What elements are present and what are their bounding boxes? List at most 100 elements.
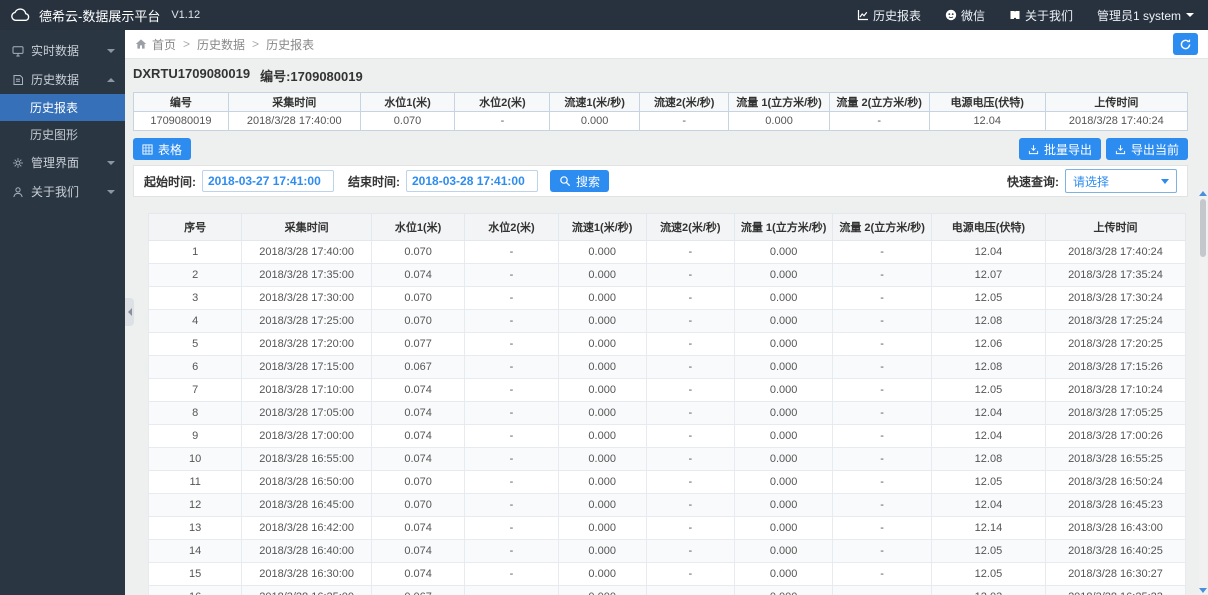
table-cell: 0.000 — [734, 241, 833, 264]
sidebar-item-history-data[interactable]: 历史数据 — [0, 65, 125, 94]
table-cell: 2018/3/28 17:25:24 — [1045, 310, 1185, 333]
table-cell: 0.000 — [729, 112, 829, 131]
table-cell: 12 — [149, 494, 242, 517]
table-cell: 0.070 — [360, 112, 455, 131]
table-cell: 0.000 — [558, 241, 646, 264]
table-cell: 5 — [149, 333, 242, 356]
user-menu[interactable]: 管理员1 system — [1097, 7, 1194, 24]
table-tab-button[interactable]: 表格 — [133, 138, 191, 160]
table-cell: 0.000 — [734, 563, 833, 586]
cloud-icon — [10, 8, 32, 23]
table-row: 132018/3/28 16:42:000.074-0.000-0.000-12… — [149, 517, 1186, 540]
table-cell: - — [833, 494, 932, 517]
search-button[interactable]: 搜索 — [550, 170, 609, 192]
table-cell: 0.000 — [558, 448, 646, 471]
table-cell: 0.000 — [558, 540, 646, 563]
navbar-right: 历史报表 微信 关于我们 管理员1 system — [857, 7, 1194, 24]
column-header: 流速2(米/秒) — [646, 214, 734, 241]
table-cell: 2018/3/28 17:05:00 — [242, 402, 372, 425]
breadcrumb-item-home[interactable]: 首页 — [152, 36, 176, 53]
summary-table: 编号采集时间水位1(米)水位2(米)流速1(米/秒)流速2(米/秒)流量 1(立… — [133, 92, 1188, 131]
table-cell: - — [646, 287, 734, 310]
table-cell: 2018/3/28 17:30:24 — [1045, 287, 1185, 310]
table-tab-label: 表格 — [158, 141, 182, 158]
table-row: 162018/3/28 16:25:000.067-0.000-0.000-12… — [149, 586, 1186, 595]
scroll-down-arrow[interactable] — [1199, 588, 1207, 593]
quick-query-value: 请选择 — [1073, 173, 1109, 190]
brand-title: 德希云-数据展示平台 — [39, 6, 160, 25]
table-cell: 0.000 — [558, 402, 646, 425]
table-cell: - — [833, 310, 932, 333]
table-cell: 0.000 — [734, 586, 833, 595]
sidebar-item-about[interactable]: 关于我们 — [0, 177, 125, 206]
start-time-input[interactable] — [202, 170, 334, 192]
chevron-down-icon — [107, 190, 115, 194]
export-icon — [1028, 144, 1039, 155]
sidebar-item-realtime-data[interactable]: 实时数据 — [0, 36, 125, 65]
table-cell: 2018/3/28 17:30:00 — [242, 287, 372, 310]
scrollbar-thumb[interactable] — [1200, 199, 1206, 257]
table-cell: - — [646, 402, 734, 425]
table-cell: 2018/3/28 16:25:00 — [242, 586, 372, 595]
scroll-up-arrow[interactable] — [1199, 191, 1207, 196]
table-cell: - — [465, 287, 558, 310]
user-icon — [12, 186, 24, 198]
column-header: 水位2(米) — [455, 93, 550, 112]
batch-export-label: 批量导出 — [1044, 141, 1092, 158]
table-cell: - — [833, 287, 932, 310]
table-cell: 12.04 — [931, 241, 1045, 264]
table-cell: - — [465, 471, 558, 494]
sidebar-collapse-handle[interactable] — [125, 298, 134, 326]
table-cell: 12.06 — [931, 333, 1045, 356]
table-cell: 0.000 — [558, 379, 646, 402]
sidebar-item-history-report[interactable]: 历史报表 — [0, 94, 125, 121]
scrollbar[interactable] — [1199, 190, 1207, 594]
nav-link-history-report[interactable]: 历史报表 — [857, 7, 921, 24]
table-cell: 15 — [149, 563, 242, 586]
table-cell: 0.067 — [371, 356, 464, 379]
table-cell: - — [646, 379, 734, 402]
main-area: 首页 > 历史数据 > 历史报表 DXRTU1709080019 编号:1709… — [125, 30, 1208, 595]
end-time-label: 结束时间: — [348, 173, 400, 190]
history-table: 序号采集时间水位1(米)水位2(米)流速1(米/秒)流速2(米/秒)流量 1(立… — [148, 213, 1186, 595]
table-cell: - — [646, 356, 734, 379]
nav-link-about[interactable]: 关于我们 — [1009, 7, 1073, 24]
export-current-button[interactable]: 导出当前 — [1106, 138, 1188, 160]
column-header: 流量 2(立方米/秒) — [833, 214, 932, 241]
table-cell: 0.000 — [558, 425, 646, 448]
sidebar-item-admin[interactable]: 管理界面 — [0, 148, 125, 177]
table-cell: - — [833, 241, 932, 264]
gear-icon — [12, 157, 24, 169]
table-cell: 2018/3/28 17:40:24 — [1045, 241, 1185, 264]
history-table-wrap: 序号采集时间水位1(米)水位2(米)流速1(米/秒)流速2(米/秒)流量 1(立… — [148, 213, 1186, 595]
table-cell: 0.074 — [371, 540, 464, 563]
batch-export-button[interactable]: 批量导出 — [1019, 138, 1101, 160]
breadcrumb-item-history-data[interactable]: 历史数据 — [197, 36, 245, 53]
table-cell: 1 — [149, 241, 242, 264]
table-cell: - — [465, 448, 558, 471]
table-row: 82018/3/28 17:05:000.074-0.000-0.000-12.… — [149, 402, 1186, 425]
table-cell: 12.04 — [931, 425, 1045, 448]
column-header: 电源电压(伏特) — [931, 214, 1045, 241]
table-cell: 0.000 — [558, 517, 646, 540]
table-cell: - — [646, 494, 734, 517]
table-cell: 2018/3/28 16:40:25 — [1045, 540, 1185, 563]
sidebar-item-label: 关于我们 — [31, 183, 79, 200]
table-cell: 12.05 — [931, 379, 1045, 402]
column-header: 上传时间 — [1045, 214, 1185, 241]
end-time-input[interactable] — [406, 170, 538, 192]
refresh-button[interactable] — [1173, 33, 1198, 55]
table-cell: 12.05 — [931, 540, 1045, 563]
quick-query-select[interactable]: 请选择 — [1065, 169, 1177, 193]
table-cell: - — [465, 379, 558, 402]
table-cell: 12.05 — [931, 471, 1045, 494]
column-header: 编号 — [134, 93, 229, 112]
sidebar-item-history-graph[interactable]: 历史图形 — [0, 121, 125, 148]
table-cell: 12.08 — [931, 310, 1045, 333]
table-cell: 6 — [149, 356, 242, 379]
page-title: DXRTU1709080019 编号:1709080019 — [133, 66, 1188, 85]
nav-link-wechat[interactable]: 微信 — [945, 7, 985, 24]
table-cell: 0.000 — [734, 402, 833, 425]
table-row: 92018/3/28 17:00:000.074-0.000-0.000-12.… — [149, 425, 1186, 448]
table-cell: 0.000 — [734, 494, 833, 517]
